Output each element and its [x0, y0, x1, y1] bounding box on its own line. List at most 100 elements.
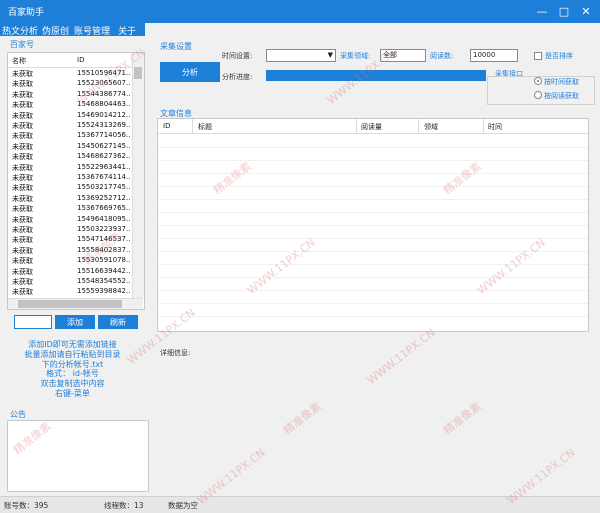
accounts-vscrollbar[interactable]: [132, 53, 144, 298]
minimize-icon[interactable]: —: [534, 3, 550, 19]
notice-label: 公告: [10, 410, 26, 419]
account-id: 15559398842...: [77, 287, 131, 296]
dedupe-label: 是否排序: [545, 52, 573, 60]
account-row[interactable]: 未获取 15523065607...: [8, 79, 132, 89]
account-name: 未获取: [12, 122, 33, 130]
articles-table[interactable]: ID 标题 阅读量 领域 时间: [157, 118, 589, 332]
article-gridline: [158, 186, 588, 187]
reads-input[interactable]: 10000: [470, 49, 518, 62]
account-id: 15367669765...: [77, 204, 131, 213]
chevron-down-icon: ▼: [327, 51, 333, 59]
account-id: 15530591078...: [77, 256, 131, 265]
col-divider: [483, 119, 484, 133]
account-name: 未获取: [12, 153, 33, 162]
account-id: 15548354552...: [77, 277, 131, 285]
articles-col-time: 时间: [488, 123, 502, 131]
progress-label: 分析进度:: [222, 73, 253, 81]
account-row[interactable]: 未获取 15547146537...: [8, 235, 132, 245]
account-row[interactable]: 未获取 15503217745...: [8, 183, 132, 193]
account-row[interactable]: 未获取 15367714056...: [8, 131, 132, 141]
menu-bar: 热文分析 伪原创 账号管理 关于: [0, 23, 145, 37]
article-gridline: [158, 238, 588, 239]
accounts-vscroll-thumb[interactable]: [134, 67, 142, 79]
account-id: 15367674114...: [77, 173, 131, 181]
account-name: 未获取: [12, 80, 33, 89]
account-name: 未获取: [12, 163, 33, 172]
accounts-group-label: 百家号: [10, 40, 34, 49]
articles-col-domain: 领域: [424, 123, 438, 131]
menu-item-about[interactable]: 关于: [118, 24, 136, 37]
add-account-input[interactable]: [14, 315, 52, 329]
status-threads: 线程数：13: [104, 501, 144, 510]
account-row[interactable]: 未获取 15468627362...: [8, 152, 132, 162]
account-row[interactable]: 未获取 15367674114...: [8, 173, 132, 183]
article-gridline: [158, 173, 588, 174]
accounts-hscroll-thumb[interactable]: [18, 300, 122, 308]
article-gridline: [158, 147, 588, 148]
status-data: 数据为空: [168, 501, 198, 510]
account-row[interactable]: 未获取 15450627145...: [8, 142, 132, 152]
accounts-table-header: 名称 ID: [8, 53, 132, 68]
account-id: 15510596471...: [77, 69, 131, 77]
articles-col-reads: 阅读量: [361, 123, 382, 131]
article-gridline: [158, 290, 588, 291]
account-row[interactable]: 未获取 15530591078...: [8, 256, 132, 266]
account-id: 15468804463...: [77, 100, 131, 109]
article-gridline: [158, 264, 588, 265]
menu-item-pseudo-original[interactable]: 伪原创: [42, 24, 69, 37]
dedupe-checkbox[interactable]: [534, 52, 542, 60]
radio-by-reads[interactable]: [534, 91, 542, 99]
menu-item-account-manage[interactable]: 账号管理: [74, 24, 110, 37]
account-id: 15522963441...: [77, 162, 131, 171]
analyze-button[interactable]: 分析: [160, 62, 220, 82]
time-setting-select[interactable]: ▼: [266, 49, 336, 62]
account-row[interactable]: 未获取 15548354552...: [8, 277, 132, 287]
account-id: 15367714056...: [77, 131, 131, 140]
collect-group-label: 采集设置: [160, 42, 192, 51]
account-row[interactable]: 未获取 15469014212...: [8, 111, 132, 121]
maximize-icon[interactable]: □: [556, 3, 572, 19]
article-gridline: [158, 225, 588, 226]
account-id: 15547146537...: [77, 235, 131, 244]
notice-box: [7, 420, 149, 492]
accounts-table[interactable]: 名称 ID 未获取 15510596471... 未获取 15523065607...…: [7, 52, 145, 310]
account-id: 15496418095...: [77, 214, 131, 223]
article-gridline: [158, 277, 588, 278]
account-row[interactable]: 未获取 15496418095...: [8, 215, 132, 225]
col-name-header: 名称: [12, 57, 26, 65]
account-row[interactable]: 未获取 15510596471...: [8, 69, 132, 79]
account-row[interactable]: 未获取 15503223937...: [8, 225, 132, 235]
radio-by-time[interactable]: [534, 77, 542, 85]
account-id: 15516639442...: [77, 266, 131, 275]
col-id-header: ID: [77, 56, 85, 64]
close-icon[interactable]: ✕: [578, 3, 594, 19]
account-row[interactable]: 未获取 15468804463...: [8, 100, 132, 110]
watermark-text: 精准像素: [440, 399, 484, 438]
progress-bar: [266, 70, 486, 81]
article-gridline: [158, 212, 588, 213]
account-row[interactable]: 未获取 15367669765...: [8, 204, 132, 214]
account-row[interactable]: 未获取 15559398842...: [8, 287, 132, 297]
account-row[interactable]: 未获取 15369252712...: [8, 194, 132, 204]
status-accounts: 账号数：395: [4, 501, 49, 510]
refresh-button[interactable]: 刷新: [98, 315, 138, 329]
title-bar: 百家助手 — □ ✕: [0, 0, 600, 23]
accounts-hscrollbar[interactable]: [8, 298, 143, 309]
account-row[interactable]: 未获取 15524313269...: [8, 121, 132, 131]
col-divider: [356, 119, 357, 133]
account-row[interactable]: 未获取 15544386774...: [8, 90, 132, 100]
account-id: 15523065607...: [77, 79, 131, 88]
account-id: 15503223937...: [77, 225, 131, 233]
domain-label: 采集领域:: [340, 52, 371, 60]
article-gridline: [158, 160, 588, 161]
account-name: 未获取: [12, 142, 33, 151]
account-row[interactable]: 未获取 15558402837...: [8, 246, 132, 256]
account-row[interactable]: 未获取 15516639442...: [8, 267, 132, 277]
add-button[interactable]: 添加: [55, 315, 95, 329]
account-name: 未获取: [12, 236, 33, 245]
menu-item-hot-analysis[interactable]: 热文分析: [2, 24, 38, 37]
domain-input[interactable]: 全部: [380, 49, 426, 62]
watermark-text: WWW.11PX.CN: [364, 326, 438, 387]
account-name: 未获取: [12, 246, 33, 255]
account-row[interactable]: 未获取 15522963441...: [8, 163, 132, 173]
